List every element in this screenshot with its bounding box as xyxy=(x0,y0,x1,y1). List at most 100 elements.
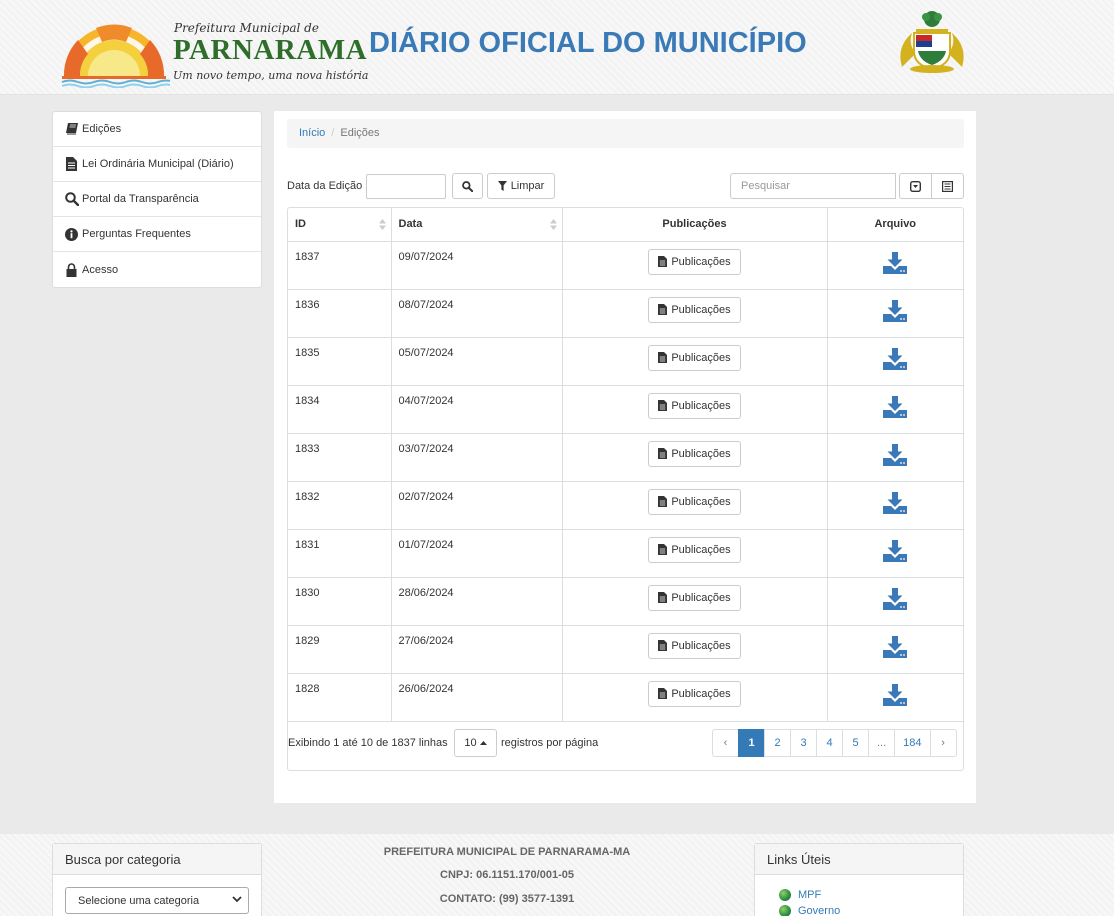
category-panel: Busca por categoria Selecione uma catego… xyxy=(52,843,262,916)
sidebar-item-label: Portal da Transparência xyxy=(82,193,199,205)
download-icon[interactable] xyxy=(883,635,908,658)
document-icon xyxy=(64,157,79,172)
cell-publications: Publicações xyxy=(562,433,828,482)
sidebar-item-lei-ordinaria[interactable]: Lei Ordinária Municipal (Diário) xyxy=(53,147,261,182)
links-panel: Links Úteis MPF Governo xyxy=(754,843,964,916)
cell-file xyxy=(827,337,963,386)
column-header-date[interactable]: Data xyxy=(391,208,563,242)
cell-file xyxy=(827,481,963,530)
publications-button[interactable]: Publicações xyxy=(648,344,741,371)
search-input[interactable] xyxy=(730,173,896,199)
date-search-button[interactable] xyxy=(452,173,483,199)
download-icon[interactable] xyxy=(883,395,908,418)
table-header-row: ID Data Publicações Arquivo xyxy=(288,208,963,242)
date-filter-label: Data da Edição xyxy=(287,180,363,192)
column-header-id[interactable]: ID xyxy=(288,208,392,242)
cell-file xyxy=(827,625,963,674)
sort-icon xyxy=(378,219,386,230)
pagination-page-4[interactable]: 4 xyxy=(816,729,843,757)
sidebar-item-perguntas[interactable]: Perguntas Frequentes xyxy=(53,217,261,252)
category-select[interactable]: Selecione uma categoria xyxy=(65,887,249,914)
pagination-page-184[interactable]: 184 xyxy=(894,729,931,757)
book-icon xyxy=(64,122,79,137)
publications-button[interactable]: Publicações xyxy=(648,296,741,323)
publications-button[interactable]: Publicações xyxy=(648,536,741,563)
clear-filter-button[interactable]: Limpar xyxy=(487,173,555,199)
cell-id: 1837 xyxy=(288,241,392,290)
cell-date: 02/07/2024 xyxy=(391,481,563,530)
cell-date: 28/06/2024 xyxy=(391,577,563,626)
toggle-view-button[interactable] xyxy=(899,173,932,199)
download-icon[interactable] xyxy=(883,299,908,322)
cell-date: 01/07/2024 xyxy=(391,529,563,578)
main-content: Início / Edições Data da Edição Limpar ID xyxy=(274,111,976,803)
download-icon[interactable] xyxy=(883,443,908,466)
cell-id: 1830 xyxy=(288,577,392,626)
filter-icon xyxy=(497,181,507,191)
file-icon xyxy=(658,640,668,651)
editions-table-container: ID Data Publicações Arquivo 1837 09/07/20… xyxy=(287,207,964,771)
cell-publications: Publicações xyxy=(562,625,828,674)
cell-publications: Publicações xyxy=(562,481,828,530)
site-header: Prefeitura Municipal de PARNARAMA Um nov… xyxy=(0,0,1114,95)
pagination: ‹ 1 2 3 4 5... 184 › xyxy=(712,729,957,757)
publications-button[interactable]: Publicações xyxy=(648,392,741,419)
cell-id: 1835 xyxy=(288,337,392,386)
links-panel-title: Links Úteis xyxy=(755,844,963,875)
editions-table: ID Data Publicações Arquivo 1837 09/07/20… xyxy=(288,208,963,722)
link-mpf[interactable]: MPF xyxy=(779,889,821,901)
pagination-page-1[interactable]: 1 xyxy=(738,729,765,757)
sidebar: Edições Lei Ordinária Municipal (Diário)… xyxy=(52,111,262,288)
pagination-ellipsis[interactable]: ... xyxy=(868,729,896,757)
file-icon xyxy=(658,448,668,459)
download-icon[interactable] xyxy=(883,347,908,370)
org-contact: CONTATO: (99) 3577-1391 xyxy=(439,893,575,905)
list-icon xyxy=(942,180,953,192)
pagination-page-2[interactable]: 2 xyxy=(764,729,791,757)
pagination-page-5[interactable]: 5 xyxy=(842,729,869,757)
cell-id: 1832 xyxy=(288,481,392,530)
breadcrumb-current: Edições xyxy=(340,127,380,139)
cell-publications: Publicações xyxy=(562,289,828,338)
org-name: PREFEITURA MUNICIPAL DE PARNARAMA-MA xyxy=(383,846,631,858)
breadcrumb-home-link[interactable]: Início xyxy=(299,127,325,139)
logo[interactable]: Prefeitura Municipal de PARNARAMA Um nov… xyxy=(58,18,368,88)
publications-button[interactable]: Publicações xyxy=(648,584,741,611)
site-footer: Busca por categoria Selecione uma catego… xyxy=(0,834,1114,916)
cell-publications: Publicações xyxy=(562,385,828,434)
download-icon[interactable] xyxy=(883,587,908,610)
publications-button[interactable]: Publicações xyxy=(648,440,741,467)
link-governo[interactable]: Governo xyxy=(779,905,840,916)
pagination-page-3[interactable]: 3 xyxy=(790,729,817,757)
file-icon xyxy=(658,256,668,267)
cell-file xyxy=(827,385,963,434)
sidebar-item-edicoes[interactable]: Edições xyxy=(53,112,261,147)
search-icon xyxy=(462,180,473,192)
download-icon[interactable] xyxy=(883,683,908,706)
pagination-prev-button[interactable]: ‹ xyxy=(712,729,739,757)
cell-id: 1829 xyxy=(288,625,392,674)
publications-button[interactable]: Publicações xyxy=(648,488,741,515)
download-icon[interactable] xyxy=(883,539,908,562)
sidebar-item-acesso[interactable]: Acesso xyxy=(53,252,261,287)
date-filter-input[interactable] xyxy=(366,174,446,199)
sidebar-item-label: Edições xyxy=(82,123,122,135)
file-icon xyxy=(658,688,668,699)
cell-date: 27/06/2024 xyxy=(391,625,563,674)
table-row: 1831 01/07/2024 Publicações xyxy=(288,529,963,578)
columns-button[interactable] xyxy=(931,173,964,199)
publications-button[interactable]: Publicações xyxy=(648,632,741,659)
download-icon[interactable] xyxy=(883,491,908,514)
publications-button[interactable]: Publicações xyxy=(648,680,741,707)
search-icon xyxy=(64,192,79,207)
table-row: 1829 27/06/2024 Publicações xyxy=(288,625,963,674)
file-icon xyxy=(658,496,668,507)
coat-of-arms-icon xyxy=(900,11,964,73)
per-page-dropdown[interactable]: 10 xyxy=(454,729,497,757)
sidebar-item-portal-transparencia[interactable]: Portal da Transparência xyxy=(53,182,261,217)
publications-button[interactable]: Publicações xyxy=(648,248,741,275)
file-icon xyxy=(658,400,668,411)
download-icon[interactable] xyxy=(883,251,908,274)
pagination-next-button[interactable]: › xyxy=(929,729,957,757)
caret-up-icon xyxy=(479,741,487,745)
